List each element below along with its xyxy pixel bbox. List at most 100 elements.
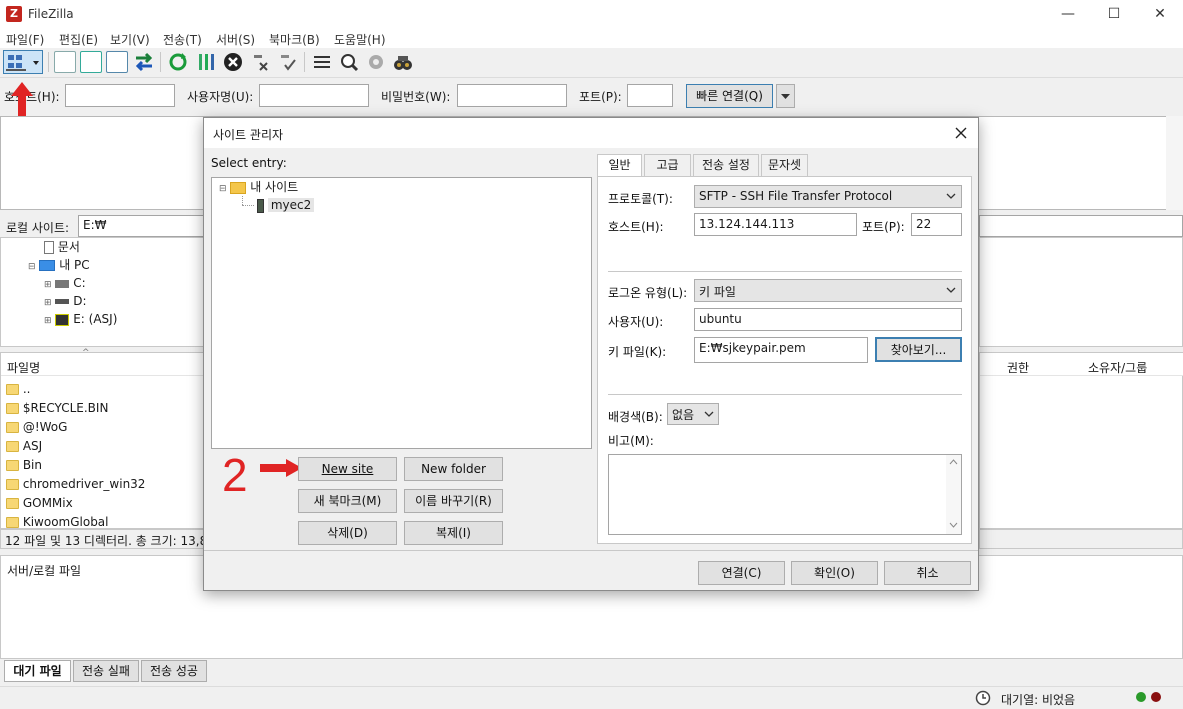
remote-tree-toggle-icon[interactable] (106, 51, 128, 73)
remote-path-input[interactable] (979, 215, 1183, 237)
drive-icon (55, 279, 70, 288)
tree-item-drive-c[interactable]: ⊞ C: (44, 274, 86, 292)
background-color-select[interactable]: 없음 (667, 403, 719, 425)
new-site-button[interactable]: New site (298, 457, 397, 481)
reconnect-icon[interactable] (277, 51, 299, 73)
download-indicator-icon (1151, 692, 1161, 702)
cancel-operation-icon[interactable] (222, 51, 244, 73)
process-queue-icon[interactable] (195, 51, 217, 73)
list-item[interactable]: ASJ (6, 437, 196, 456)
protocol-select[interactable]: SFTP - SSH File Transfer Protocol (694, 185, 962, 208)
port-label: 포트(P): (862, 220, 905, 234)
server-icon (257, 198, 264, 213)
chevron-down-icon (704, 411, 714, 417)
tab-successful-transfers[interactable]: 전송 성공 (141, 660, 207, 682)
list-item[interactable]: $RECYCLE.BIN (6, 399, 196, 418)
tree-item-my-sites[interactable]: ⊟ 내 사이트 (219, 178, 298, 196)
logon-type-select[interactable]: 키 파일 (694, 279, 962, 302)
synchronized-browsing-icon[interactable] (365, 51, 387, 73)
duplicate-button[interactable]: 복제(I) (404, 521, 503, 545)
key-file-input[interactable]: E:₩sjkeypair.pem (694, 337, 868, 363)
list-item[interactable]: @!WoG (6, 418, 196, 437)
quick-host-input[interactable] (65, 84, 175, 107)
collapse-icon: ⊟ (219, 184, 227, 194)
tree-item-my-pc[interactable]: ⊟ 내 PC (28, 256, 90, 274)
directory-listing-filter-icon[interactable] (311, 51, 333, 73)
tab-failed-transfers[interactable]: 전송 실패 (73, 660, 139, 682)
message-log-toggle-icon[interactable] (54, 51, 76, 73)
menu-server[interactable]: 서버(S) (216, 31, 255, 48)
column-server-local-file[interactable]: 서버/로컬 파일 (7, 562, 81, 579)
search-remote-files-icon[interactable] (392, 51, 414, 73)
new-folder-button[interactable]: New folder (404, 457, 503, 481)
menu-view[interactable]: 보기(V) (110, 31, 150, 48)
host-input[interactable]: 13.124.144.113 (694, 213, 857, 236)
browse-button[interactable]: 찾아보기... (875, 337, 962, 362)
local-tree (0, 237, 204, 347)
column-filename[interactable]: 파일명 (7, 359, 40, 376)
queue-status-icon (975, 690, 991, 706)
new-bookmark-button[interactable]: 새 북마크(M) (298, 489, 397, 513)
transfer-queue-toggle-icon[interactable] (133, 51, 155, 73)
scroll-up-icon[interactable] (949, 459, 958, 465)
rename-button[interactable]: 이름 바꾸기(R) (404, 489, 503, 513)
list-item[interactable]: Bin (6, 456, 196, 475)
list-item[interactable]: chromedriver_win32 (6, 475, 196, 494)
column-owner-group[interactable]: 소유자/그룹 (1088, 359, 1147, 376)
menu-help[interactable]: 도움말(H) (334, 31, 386, 48)
site-tree[interactable] (211, 177, 592, 449)
quick-user-input[interactable] (259, 84, 369, 107)
connect-button[interactable]: 연결(C) (698, 561, 785, 585)
refresh-icon[interactable] (167, 51, 189, 73)
folder-open-icon (230, 181, 247, 194)
user-input[interactable]: ubuntu (694, 308, 962, 331)
scroll-down-icon[interactable] (949, 522, 958, 528)
remote-tree (979, 237, 1183, 347)
list-item[interactable]: .. (6, 380, 196, 399)
minimize-button[interactable]: — (1045, 0, 1091, 28)
comments-scrollbar[interactable] (946, 455, 961, 534)
tab-charset[interactable]: 문자셋 (761, 154, 808, 176)
folder-icon (6, 479, 19, 490)
disconnect-icon[interactable] (250, 51, 272, 73)
port-input[interactable]: 22 (911, 213, 962, 236)
tab-queued-files[interactable]: 대기 파일 (4, 660, 71, 682)
tab-transfer-settings[interactable]: 전송 설정 (693, 154, 759, 176)
compare-directories-icon[interactable] (338, 51, 360, 73)
column-permissions[interactable]: 권한 (1007, 359, 1029, 376)
toolbar-separator (48, 52, 49, 72)
site-manager-dialog: 사이트 관리자 Select entry: ⊟ 내 사이트 myec2 2 Ne… (203, 117, 979, 591)
site-manager-button[interactable] (3, 50, 43, 74)
local-path-input[interactable]: E:₩ (78, 215, 204, 237)
comments-textarea[interactable] (608, 454, 962, 535)
quick-port-input[interactable] (627, 84, 673, 107)
list-item[interactable]: GOMMix (6, 494, 196, 513)
tab-advanced[interactable]: 고급 (644, 154, 691, 176)
maximize-button[interactable]: ☐ (1091, 0, 1137, 28)
menu-file[interactable]: 파일(F) (6, 31, 44, 48)
folder-icon (6, 422, 19, 433)
quick-pass-label: 비밀번호(W): (381, 90, 451, 104)
background-color-label: 배경색(B): (608, 410, 663, 424)
message-log-scrollbar[interactable] (1166, 116, 1183, 210)
delete-button[interactable]: 삭제(D) (298, 521, 397, 545)
dialog-close-icon[interactable] (954, 126, 968, 140)
local-tree-toggle-icon[interactable] (80, 51, 102, 73)
remote-status-bar (979, 529, 1183, 549)
tree-item-documents[interactable]: 문서 (44, 238, 80, 256)
quick-password-input[interactable] (457, 84, 567, 107)
menu-bookmarks[interactable]: 북마크(B) (269, 31, 320, 48)
close-button[interactable]: ✕ (1137, 0, 1183, 28)
cancel-button[interactable]: 취소 (884, 561, 971, 585)
ok-button[interactable]: 확인(O) (791, 561, 878, 585)
tree-item-drive-d[interactable]: ⊞ D: (44, 292, 87, 310)
computer-icon (39, 260, 56, 271)
quickconnect-dropdown[interactable] (776, 84, 795, 108)
menu-transfer[interactable]: 전송(T) (163, 31, 202, 48)
tab-general[interactable]: 일반 (597, 154, 642, 176)
tree-item-drive-e[interactable]: ⊞ E: (ASJ) (44, 310, 117, 328)
tree-item-myec2[interactable]: myec2 (257, 196, 315, 214)
quickconnect-button[interactable]: 빠른 연결(Q) (686, 84, 773, 108)
menu-edit[interactable]: 편집(E) (59, 31, 98, 48)
host-label: 호스트(H): (608, 220, 664, 234)
